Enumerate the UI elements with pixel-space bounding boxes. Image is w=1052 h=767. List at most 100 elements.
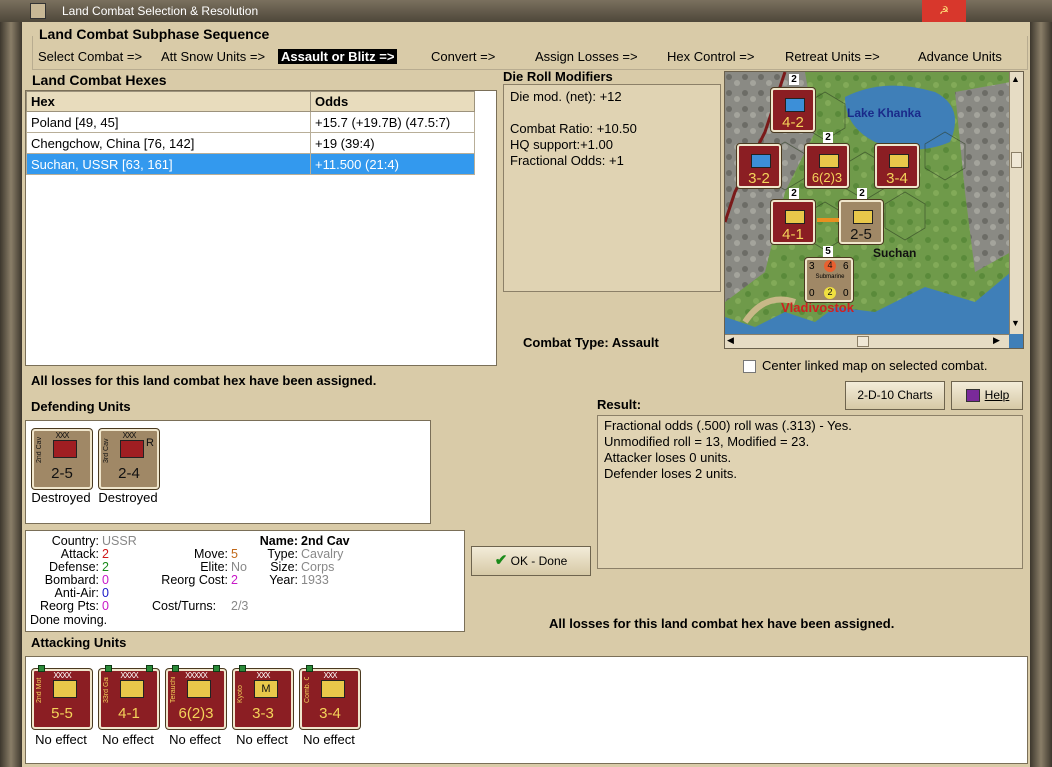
odds-cell: +11.500 (21:4) — [310, 153, 475, 175]
unit-value: 4-1 — [118, 705, 140, 722]
map-stack[interactable]: 4-2 — [771, 88, 815, 132]
defense-label: Defense: — [48, 560, 99, 574]
table-row[interactable]: Poland [49, 45] +15.7 (+19.7B) (47.5:7) — [26, 111, 475, 133]
attacking-unit-counter[interactable]: XXX Kyoto M 3-3 — [233, 665, 293, 729]
attack-value: 2 — [102, 547, 109, 561]
attacking-unit-counter[interactable]: XXXXX Terauchi 6(2)3 — [166, 665, 226, 729]
attacking-unit-counter[interactable]: XXXX 33rd Garr 4-1 — [99, 665, 159, 729]
map-vertical-scrollbar[interactable]: ▲ ▼ — [1009, 72, 1023, 334]
motorized-infantry-icon — [53, 680, 77, 698]
year-value: 1933 — [301, 573, 329, 587]
unit-side-label: Terauchi — [170, 677, 177, 703]
name-label: Name: — [259, 534, 298, 548]
unit-info-panel: Country: USSR Attack: 2 Defense: 2 Bomba… — [25, 530, 465, 632]
charts-button[interactable]: 2-D-10 Charts — [845, 381, 945, 410]
mountain-icon: M — [254, 680, 278, 698]
center-map-label: Center linked map on selected combat. — [762, 358, 988, 373]
attacking-unit-counter[interactable]: XXX Comb. Car 3-4 — [300, 665, 360, 729]
map-stack-submarine[interactable]: 3 4 6 Submarine 0 2 0 — [805, 258, 853, 302]
step-assign-losses: Assign Losses => — [535, 49, 638, 64]
result-line: Attacker loses 0 units. — [604, 450, 732, 465]
window-frame-right — [1030, 22, 1052, 767]
step-convert: Convert => — [431, 49, 496, 64]
name-value: 2nd Cav — [301, 534, 350, 548]
defending-unit-counter[interactable]: XXX 3rd Cav R 2-4 — [99, 429, 159, 489]
cavalry-icon — [321, 680, 345, 698]
odds-cell: +15.7 (+19.7B) (47.5:7) — [310, 111, 475, 133]
ok-done-label: OK - Done — [510, 554, 568, 568]
reorgpts-value: 0 — [102, 599, 109, 613]
window-title: Land Combat Selection & Resolution — [62, 4, 259, 18]
die-roll-line — [510, 105, 714, 121]
map-stack-value: 3-4 — [886, 170, 908, 187]
attack-arrow-icon — [817, 218, 839, 222]
attacking-unit-status: No effect — [169, 732, 221, 747]
losses-message-top: All losses for this land combat hex have… — [31, 373, 377, 388]
type-label: Type: — [267, 547, 298, 561]
map-lake-label: Lake Khanka — [847, 106, 922, 120]
stack-count: 2 — [789, 188, 799, 199]
attacking-unit-status: No effect — [236, 732, 288, 747]
center-map-checkbox[interactable] — [743, 360, 756, 373]
map-horizontal-scrollbar[interactable]: ◀ ▶ — [725, 334, 1009, 348]
map-stack[interactable]: 4-1 — [771, 200, 815, 244]
app-icon — [30, 3, 46, 19]
map-stack[interactable]: 3-2 — [737, 144, 781, 188]
result-line: Unmodified roll = 13, Modified = 23. — [604, 434, 810, 449]
cavalry-icon — [120, 440, 144, 458]
hexes-list[interactable]: Hex Odds Poland [49, 45] +15.7 (+19.7B) … — [25, 90, 497, 366]
unit-side-label: 3rd Cav — [103, 438, 110, 463]
main-panel: Land Combat Subphase Sequence Select Com… — [22, 22, 1030, 767]
costturns-label: Cost/Turns: — [152, 599, 217, 613]
attacking-unit-status: No effect — [35, 732, 87, 747]
year-label: Year: — [269, 573, 298, 587]
unit-value: 2-5 — [51, 465, 73, 482]
type-value: Cavalry — [301, 547, 344, 561]
unit-symbol-icon — [785, 98, 805, 112]
map-stack[interactable]: 3-4 — [875, 144, 919, 188]
column-header-odds[interactable]: Odds — [310, 91, 475, 112]
cavalry-icon — [53, 440, 77, 458]
help-book-icon — [966, 389, 980, 402]
attacking-unit-status: No effect — [102, 732, 154, 747]
scroll-right-icon[interactable]: ▶ — [993, 335, 1000, 346]
hexes-table: Hex Odds Poland [49, 45] +15.7 (+19.7B) … — [26, 91, 475, 175]
map-city-vladivostok: Vladivostok — [781, 300, 854, 315]
explosion-icon — [853, 210, 873, 224]
map-stack[interactable]: 6(2)3 — [805, 144, 849, 188]
step-att-snow-units: Att Snow Units => — [161, 49, 266, 64]
attacking-panel: XXXX 2nd Mot 5-5 No effect XXXX 33rd Gar… — [25, 656, 1028, 764]
close-icon[interactable]: ☭ — [922, 0, 966, 22]
scroll-up-icon[interactable]: ▲ — [1011, 74, 1020, 84]
infantry-icon — [187, 680, 211, 698]
unit-value: 6(2)3 — [178, 705, 214, 722]
scroll-thumb[interactable] — [1011, 152, 1022, 168]
scroll-left-icon[interactable]: ◀ — [727, 335, 734, 346]
unit-value: 5-5 — [51, 705, 73, 722]
map-view[interactable]: Lake Khanka Suchan Vladivostok 4-2 2 3-2… — [724, 71, 1024, 349]
ok-done-button[interactable]: ✔ OK - Done — [471, 546, 591, 576]
stack-count: 2 — [857, 188, 867, 199]
combat-type-value: Assault — [611, 335, 659, 350]
scroll-thumb[interactable] — [857, 336, 869, 347]
die-roll-line: Die mod. (net): +12 — [510, 89, 622, 104]
unit-value: 3-4 — [319, 705, 341, 722]
die-roll-heading: Die Roll Modifiers — [503, 69, 613, 84]
map-stack-target[interactable]: 2-5 — [839, 200, 883, 244]
table-row[interactable]: Chengchow, China [76, 142] +19 (39:4) — [26, 132, 475, 154]
column-header-hex[interactable]: Hex — [26, 91, 311, 112]
table-row-selected[interactable]: Suchan, USSR [63, 161] +11.500 (21:4) — [26, 153, 475, 175]
step-select-combat: Select Combat => — [38, 49, 143, 64]
defense-value: 2 — [102, 560, 109, 574]
unit-side-label: Kyoto — [237, 685, 244, 703]
defending-panel: XXX 2nd Cav 2-5 Destroyed XXX 3rd Cav R … — [25, 420, 431, 524]
combat-type: Combat Type: Assault — [523, 335, 659, 350]
help-button[interactable]: Help — [951, 381, 1023, 410]
attacking-unit-counter[interactable]: XXXX 2nd Mot 5-5 — [32, 665, 92, 729]
unit-side-label: 33rd Garr — [103, 677, 110, 703]
defending-unit-counter[interactable]: XXX 2nd Cav 2-5 — [32, 429, 92, 489]
hex-cell: Poland [49, 45] — [26, 111, 311, 133]
result-line: Fractional odds (.500) roll was (.313) -… — [604, 418, 852, 433]
scroll-down-icon[interactable]: ▼ — [1011, 318, 1020, 328]
reorg-mark: R — [146, 437, 154, 449]
